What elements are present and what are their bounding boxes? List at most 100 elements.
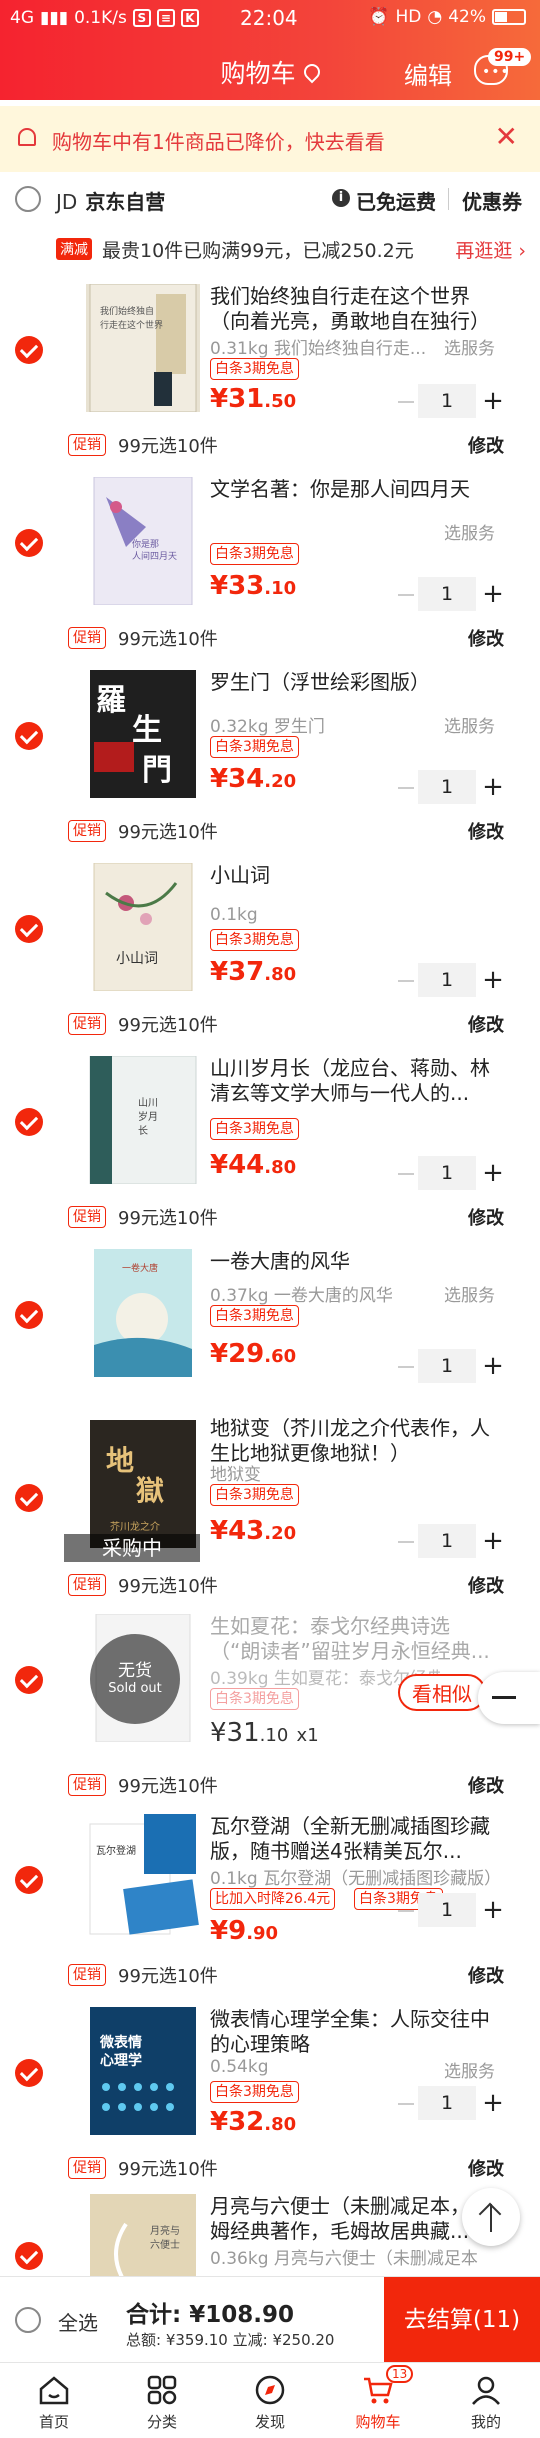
price-drop-notice[interactable]: 购物车中有1件商品已降价，快去看看 ✕ [0,106,540,172]
product-image[interactable]: 我们始终独自 行走在这个世界 [86,284,200,412]
back-to-top-button[interactable] [462,2188,520,2246]
shop-select-checkbox[interactable] [15,186,41,212]
modify-promo-button[interactable]: 修改 [468,432,504,458]
product-image[interactable]: 山川 岁月长 [86,1056,200,1184]
tab-category[interactable]: 分类 [108,2363,216,2438]
tab-home[interactable]: 首页 [0,2363,108,2438]
quantity-input[interactable]: 1 [418,963,476,997]
decrease-button[interactable] [398,401,414,403]
select-all-checkbox[interactable] [15,2307,41,2333]
modify-promo-button[interactable]: 修改 [468,1204,504,1230]
select-all-label[interactable]: 全选 [58,2307,98,2336]
item-checkbox[interactable] [15,722,43,750]
location-icon[interactable] [300,60,323,84]
product-spec[interactable]: 0.1kg [210,905,440,925]
quantity-input[interactable]: 1 [418,577,476,611]
decrease-button[interactable] [398,1173,414,1175]
modify-promo-button[interactable]: 修改 [468,1011,504,1037]
product-image[interactable]: 月亮与 六便士 [86,2194,200,2276]
item-checkbox[interactable] [15,2242,43,2270]
quantity-input[interactable]: 1 [418,770,476,804]
select-service-button[interactable]: 选服务 [444,1281,495,1306]
decrease-button[interactable] [398,1541,414,1543]
quantity-input[interactable]: 1 [418,1893,476,1927]
product-title[interactable]: 小山词 [210,863,492,888]
tab-cart[interactable]: 13 购物车 [324,2363,432,2438]
item-checkbox[interactable] [15,1666,43,1694]
item-checkbox[interactable] [15,915,43,943]
decrease-button[interactable] [398,1366,414,1368]
product-spec[interactable]: 0.32kg 罗生门 [210,712,440,737]
modify-promo-button[interactable]: 修改 [468,625,504,651]
coupon-button[interactable]: 优惠券 [462,186,522,215]
quantity-input[interactable]: 1 [418,1349,476,1383]
select-service-button[interactable]: 选服务 [444,712,495,737]
product-title[interactable]: 生如夏花：泰戈尔经典诗选（“朗读者”留驻岁月永恒经典... [210,1614,492,1664]
decrease-button[interactable] [398,2103,414,2105]
modify-promo-button[interactable]: 修改 [468,1962,504,1988]
item-checkbox[interactable] [15,2059,43,2087]
item-checkbox[interactable] [15,1301,43,1329]
checkout-button[interactable]: 去结算(11) [384,2277,540,2363]
product-image[interactable]: 地獄芥川龙之介 [86,1420,200,1548]
item-checkbox[interactable] [15,1866,43,1894]
product-title[interactable]: 罗生门（浮世绘彩图版） [210,670,492,695]
item-checkbox[interactable] [15,1108,43,1136]
product-title[interactable]: 月亮与六便士（未删减足本，毛姆经典著作，毛姆故居典藏... [210,2194,492,2244]
increase-button[interactable]: + [480,581,506,607]
product-title[interactable]: 一卷大唐的风华 [210,1249,492,1274]
quantity-input[interactable]: 1 [418,1524,476,1558]
increase-button[interactable]: + [480,1160,506,1186]
quantity-input[interactable]: 1 [418,384,476,418]
quantity-input[interactable]: 1 [418,1156,476,1190]
increase-button[interactable]: + [480,1528,506,1554]
close-icon[interactable]: ✕ [495,120,518,153]
decrease-button[interactable] [398,1910,414,1912]
select-service-button[interactable]: 选服务 [444,519,495,544]
decrease-button[interactable] [398,980,414,982]
decrease-button[interactable] [398,787,414,789]
item-checkbox[interactable] [15,336,43,364]
product-spec[interactable]: 0.1kg 瓦尔登湖（无删减插图珍藏版） [210,1864,492,1889]
product-image[interactable]: 你是那 人间四月天 [86,477,200,605]
product-title[interactable]: 瓦尔登湖（全新无删减插图珍藏版，随书赠送4张精美瓦尔... [210,1814,492,1864]
shop-name[interactable]: JD 京东自营 [56,186,165,215]
select-service-button[interactable]: 选服务 [444,334,495,359]
see-similar-button[interactable]: 看相似 [398,1674,486,1711]
product-title[interactable]: 文学名著：你是那人间四月天 [210,477,492,502]
increase-button[interactable]: + [480,1897,506,1923]
item-checkbox[interactable] [15,529,43,557]
product-spec[interactable]: 0.37kg 一卷大唐的风华 [210,1281,440,1306]
product-spec[interactable]: 0.31kg 我们始终独自行走... [210,334,440,359]
product-title[interactable]: 山川岁月长（龙应台、蒋勋、林清玄等文学大师与一代人的... [210,1056,492,1106]
modify-promo-button[interactable]: 修改 [468,818,504,844]
product-image[interactable]: 一卷大唐 [86,1249,200,1377]
quantity-input[interactable]: 1 [418,2086,476,2120]
product-image[interactable]: 微表情 心理学 [86,2007,200,2135]
item-checkbox[interactable] [15,1484,43,1512]
collapse-side-button[interactable] [478,1672,540,1724]
modify-promo-button[interactable]: 修改 [468,2155,504,2181]
product-title[interactable]: 地狱变（芥川龙之介代表作，人生比地狱更像地狱！） [210,1416,492,1466]
modify-promo-button[interactable]: 修改 [468,1772,504,1798]
product-title[interactable]: 微表情心理学全集：人际交往中的心理策略 [210,2007,492,2057]
increase-button[interactable]: + [480,388,506,414]
product-image[interactable]: 羅生門 [86,670,200,798]
increase-button[interactable]: + [480,2090,506,2116]
browse-more-link[interactable]: 再逛逛 › [455,236,526,263]
select-service-button[interactable]: 选服务 [444,2057,495,2082]
product-spec[interactable]: 0.54kg [210,2057,440,2077]
product-title[interactable]: 我们始终独自行走在这个世界（向着光亮，勇敢地自在独行） [210,284,492,334]
tab-profile[interactable]: 我的 [432,2363,540,2438]
increase-button[interactable]: + [480,967,506,993]
tab-discover[interactable]: 发现 [216,2363,324,2438]
product-spec[interactable]: 0.36kg 月亮与六便士（未删减足本 [210,2244,480,2269]
product-image[interactable]: 瓦尔登湖 [86,1814,200,1942]
product-image[interactable]: 小山词 [86,863,200,991]
decrease-button[interactable] [398,594,414,596]
product-spec[interactable]: 地狱变 [210,1460,440,1485]
increase-button[interactable]: + [480,1353,506,1379]
edit-button[interactable]: 编辑 [404,56,452,91]
increase-button[interactable]: + [480,774,506,800]
info-icon[interactable]: i [332,189,350,207]
